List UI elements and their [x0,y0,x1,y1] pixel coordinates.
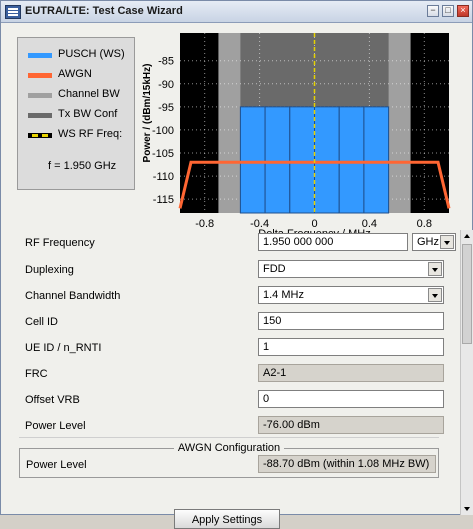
y-tick-label: -110 [153,171,174,183]
pusch-bar [239,106,266,214]
offset-vrb-row: Offset VRB 0 [19,389,459,411]
pusch-bar [363,106,390,214]
awgn-power-level-label: Power Level [26,459,87,471]
frc-row: FRC A2-1 [19,363,459,385]
spectrum-chart-svg: -85-90-95-100-105-110-115-0.8 -0.4 0 0.4 0.8… [142,33,451,240]
ue-id-input[interactable]: 1 [258,338,444,356]
scrollbar-thumb[interactable] [462,244,472,344]
apply-settings-button[interactable]: Apply Settings [174,509,280,529]
pusch-bar [314,106,340,214]
cell-id-row: Cell ID 150 [19,311,459,333]
duplexing-label: Duplexing [25,264,74,276]
channel-bandwidth-select[interactable]: 1.4 MHz [258,286,444,304]
channel-bandwidth-value: 1.4 MHz [263,289,304,301]
divider [19,437,439,438]
power-level-value: -76.00 dBm [258,416,444,434]
awgn-configuration-title: AWGN Configuration [20,442,438,454]
scroll-up-arrow-icon[interactable] [461,230,473,242]
y-tick-label: -90 [158,79,174,91]
ws-rf-freq-dash [32,134,48,137]
legend-frequency-value: f = 1.950 GHz [48,160,117,172]
legend-item-ws-rf-freq: WS RF Freq: [28,128,138,142]
x-tick-label: 0.8 [417,218,432,230]
y-tick-label: -85 [158,56,174,68]
chart-legend: PUSCH (WS) AWGN Channel BW Tx BW Conf WS… [17,37,135,190]
legend-label-ws-rf-freq: WS RF Freq: [58,128,123,140]
pusch-bar [338,106,365,214]
minimize-button[interactable]: − [427,5,439,17]
channel-bw-swatch [28,93,52,98]
y-tick-label: -105 [152,148,174,160]
window-title: EUTRA/LTE: Test Case Wizard [25,5,183,17]
ws-rf-freq-swatch [28,133,52,138]
tx-bw-conf-swatch [28,113,52,118]
ue-id-label: UE ID / n_RNTI [25,342,102,354]
rf-frequency-unit-value: GHz [417,236,439,248]
pusch-bar [289,106,315,214]
close-button[interactable]: × [457,5,469,17]
frc-label: FRC [25,368,48,380]
pusch-swatch [28,53,52,58]
duplexing-row: Duplexing FDD [19,259,459,281]
title-bar[interactable]: EUTRA/LTE: Test Case Wizard − □ × [1,1,472,23]
legend-item-pusch: PUSCH (WS) [28,48,138,62]
legend-item-channel-bw: Channel BW [28,88,138,102]
legend-label-tx-bw-conf: Tx BW Conf [58,108,118,120]
y-tick-label: -115 [153,194,174,206]
duplexing-select[interactable]: FDD [258,260,444,278]
channel-bandwidth-row: Channel Bandwidth 1.4 MHz [19,285,459,307]
maximize-button[interactable]: □ [442,5,454,17]
frc-value: A2-1 [258,364,444,382]
cell-id-input[interactable]: 150 [258,312,444,330]
chevron-down-icon [428,288,442,302]
pusch-bar [264,106,291,214]
y-axis-label: Power / (dBm/15kHz) [142,64,153,163]
rf-frequency-row: RF Frequency 1.950 000 000 GHz [19,232,459,254]
ue-id-row: UE ID / n_RNTI 1 [19,337,459,359]
offset-vrb-label: Offset VRB [25,394,80,406]
legend-label-pusch: PUSCH (WS) [58,48,125,60]
y-tick-label: -100 [152,125,174,137]
power-level-row: Power Level -76.00 dBm [19,415,459,437]
legend-label-awgn: AWGN [58,68,92,80]
legend-item-tx-bw-conf: Tx BW Conf [28,108,138,122]
chevron-down-icon [428,262,442,276]
power-level-label: Power Level [25,420,86,432]
legend-item-awgn: AWGN [28,68,138,82]
test-case-wizard-window: EUTRA/LTE: Test Case Wizard − □ × PUSCH … [0,0,473,529]
vertical-scrollbar[interactable] [460,230,473,515]
app-icon [5,5,21,19]
channel-bandwidth-label: Channel Bandwidth [25,290,121,302]
awgn-swatch [28,73,52,78]
y-tick-label: -95 [158,102,174,114]
awgn-configuration-group: AWGN Configuration Power Level -88.70 dB… [19,442,439,478]
wizard-content: PUSCH (WS) AWGN Channel BW Tx BW Conf WS… [1,23,459,529]
awgn-power-level-value: -88.70 dBm (within 1.08 MHz BW) [258,455,436,473]
scroll-down-arrow-icon[interactable] [461,503,473,515]
x-tick-label: -0.8 [195,218,214,230]
rf-frequency-input[interactable]: 1.950 000 000 [258,233,408,251]
legend-label-channel-bw: Channel BW [58,88,120,100]
spectrum-chart: -85 -90 -95 -100 -105 -110 -115 -0.8 -0.4 0 0.4 0.8… [138,23,459,240]
chevron-down-icon [440,235,454,249]
cell-id-label: Cell ID [25,316,59,328]
rf-frequency-label: RF Frequency [25,237,95,249]
duplexing-value: FDD [263,263,286,275]
offset-vrb-input[interactable]: 0 [258,390,444,408]
rf-frequency-unit-select[interactable]: GHz [412,233,456,251]
